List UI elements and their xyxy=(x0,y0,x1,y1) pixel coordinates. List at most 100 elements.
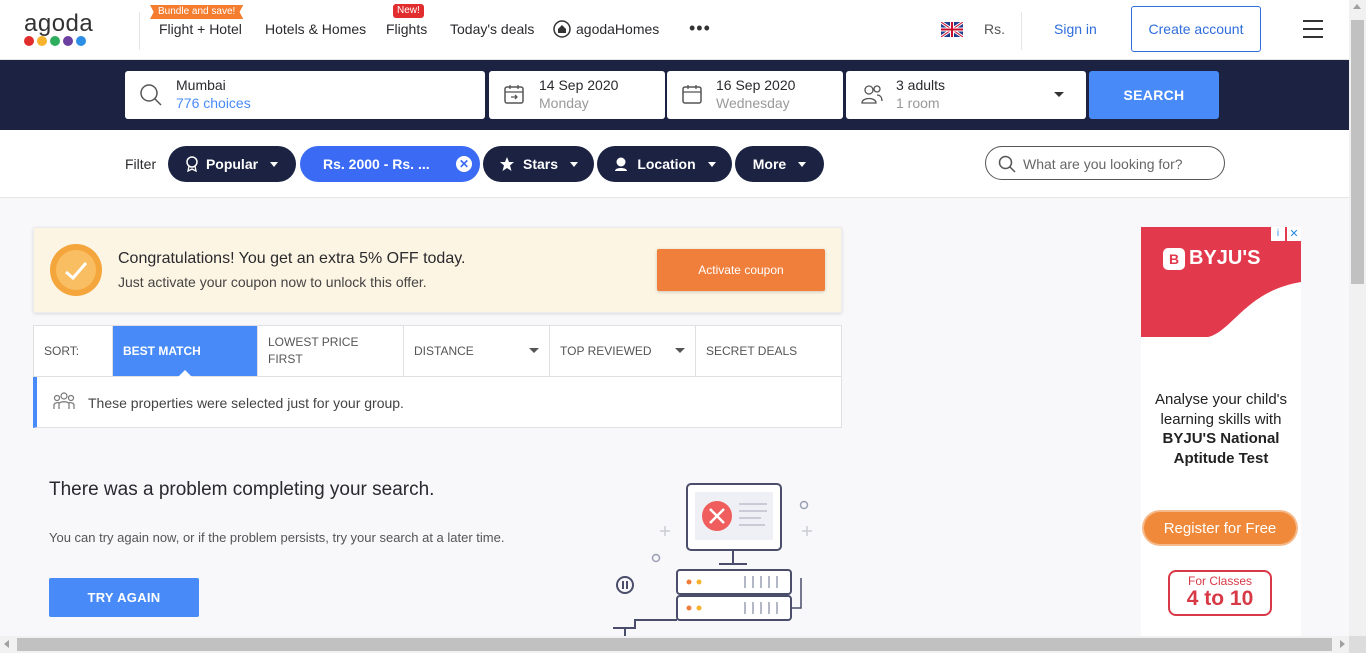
checkin-day: Monday xyxy=(539,95,589,111)
sort-best-match[interactable]: BEST MATCH xyxy=(113,326,258,377)
destination-field[interactable]: Mumbai 776 choices xyxy=(125,71,485,119)
byjus-logo-icon: B xyxy=(1163,247,1185,270)
logo-text: agoda xyxy=(24,10,94,37)
nav-todays-deals[interactable]: Today's deals xyxy=(450,21,534,37)
ad-register-button[interactable]: Register for Free xyxy=(1144,512,1296,544)
create-account-button[interactable]: Create account xyxy=(1131,6,1261,52)
currency-selector[interactable]: Rs. xyxy=(984,21,1005,37)
sort-label: SORT: xyxy=(34,326,113,376)
try-again-button[interactable]: TRY AGAIN xyxy=(49,578,199,617)
sort-lowest-price[interactable]: LOWEST PRICE FIRST xyxy=(258,326,404,376)
ad-close-icon[interactable]: ✕ xyxy=(1287,227,1301,241)
ad-body: Analyse your child's learning skills wit… xyxy=(1141,390,1301,468)
nav-flight-hotel[interactable]: Flight + Hotel xyxy=(159,21,242,37)
filter-more-label: More xyxy=(752,156,787,172)
filter-price-label: Rs. 2000 - Rs. ... xyxy=(323,156,430,172)
coupon-subtitle: Just activate your coupon now to unlock … xyxy=(118,274,427,290)
coupon-title: Congratulations! You get an extra 5% OFF… xyxy=(118,250,466,267)
ad-classes-label: For Classes xyxy=(1187,574,1252,588)
ad-line1: Analyse your child's learning skills wit… xyxy=(1154,391,1288,428)
star-icon xyxy=(499,157,514,171)
ad-header xyxy=(1141,227,1301,338)
clear-price-icon[interactable]: ✕ xyxy=(456,156,472,172)
ad-classes-range: 4 to 10 xyxy=(1186,587,1254,610)
filter-price[interactable]: Rs. 2000 - Rs. ... ✕ xyxy=(300,146,480,182)
filter-bar: Filter Popular Rs. 2000 - Rs. ... ✕ Star… xyxy=(0,130,1349,198)
more-menu-icon[interactable]: ••• xyxy=(689,18,711,39)
filter-label: Filter xyxy=(125,156,157,172)
uk-flag-icon[interactable] xyxy=(941,22,963,37)
vertical-scroll-thumb[interactable] xyxy=(1351,20,1364,284)
new-badge: New! xyxy=(393,4,424,18)
group-note: These properties were selected just for … xyxy=(33,377,842,428)
activate-coupon-button[interactable]: Activate coupon xyxy=(657,249,825,291)
search-icon xyxy=(998,155,1016,173)
ad-info-icon[interactable]: i xyxy=(1271,227,1285,241)
nav-flights[interactable]: Flights xyxy=(386,21,427,37)
checkout-field[interactable]: 16 Sep 2020 Wednesday xyxy=(667,71,843,119)
sort-secret-deals[interactable]: SECRET DEALS xyxy=(696,326,841,376)
hamburger-menu-icon[interactable] xyxy=(1303,20,1323,44)
rooms-count: 1 room xyxy=(896,95,940,111)
top-nav: agoda Bundle and save! Flight + Hotel Ho… xyxy=(0,0,1349,60)
checkin-field[interactable]: 14 Sep 2020 Monday xyxy=(489,71,665,119)
checkin-date: 14 Sep 2020 xyxy=(539,77,619,93)
byjus-brand: BYJU'S xyxy=(1189,247,1261,269)
search-bar: Mumbai 776 choices 14 Sep 2020 Monday 16… xyxy=(0,60,1349,130)
sort-distance[interactable]: DISTANCE xyxy=(404,326,550,376)
filter-more[interactable]: More xyxy=(735,146,824,182)
byjus-ad[interactable]: B BYJU'S i ✕ Analyse your child's learni… xyxy=(1141,227,1301,637)
filter-popular[interactable]: Popular xyxy=(168,146,296,182)
chevron-down-icon xyxy=(1054,92,1064,97)
checkout-day: Wednesday xyxy=(716,95,790,111)
error-title: There was a problem completing your sear… xyxy=(49,479,435,500)
scrollbar-corner xyxy=(1349,636,1366,653)
nav-divider xyxy=(139,12,140,50)
vertical-scrollbar[interactable] xyxy=(1349,0,1366,636)
sort-distance-label: DISTANCE xyxy=(414,344,474,358)
bundle-badge: Bundle and save! xyxy=(150,5,244,19)
caret-icon xyxy=(798,161,807,167)
sort-best-match-label: BEST MATCH xyxy=(123,344,201,358)
guests-field[interactable]: 3 adults 1 room xyxy=(846,71,1086,119)
group-icon xyxy=(53,392,75,409)
caret-icon xyxy=(570,161,579,167)
coupon-banner: Congratulations! You get an extra 5% OFF… xyxy=(33,227,842,313)
filter-location[interactable]: Location xyxy=(597,146,732,182)
error-subtitle: You can try again now, or if the problem… xyxy=(49,530,505,545)
scroll-right-icon[interactable] xyxy=(1340,640,1345,648)
group-note-text: These properties were selected just for … xyxy=(88,395,404,411)
guests-count: 3 adults xyxy=(896,77,946,93)
nav-agoda-homes-label: agodaHomes xyxy=(576,21,660,37)
ad-line2: BYJU'S National Aptitude Test xyxy=(1162,430,1280,467)
scroll-up-icon[interactable] xyxy=(1353,4,1361,9)
sign-in-link[interactable]: Sign in xyxy=(1054,21,1097,37)
keyword-search-placeholder: What are you looking for? xyxy=(1023,156,1183,172)
calendar-checkout-icon xyxy=(682,85,702,104)
destination-choices: 776 choices xyxy=(176,95,251,111)
keyword-search-input[interactable]: What are you looking for? xyxy=(985,146,1225,180)
nav-hotels-homes[interactable]: Hotels & Homes xyxy=(265,21,366,37)
calendar-checkin-icon xyxy=(504,85,524,104)
caret-icon xyxy=(529,348,539,353)
search-button[interactable]: SEARCH xyxy=(1089,71,1219,119)
agoda-logo[interactable]: agoda xyxy=(24,10,104,50)
server-error-illustration xyxy=(613,483,812,636)
destination-value: Mumbai xyxy=(176,77,226,93)
sort-top-reviewed[interactable]: TOP REVIEWED xyxy=(550,326,696,376)
active-pointer xyxy=(178,370,192,377)
scroll-left-icon[interactable] xyxy=(4,640,9,648)
location-pin-icon xyxy=(615,157,628,171)
house-icon xyxy=(553,20,571,38)
filter-stars[interactable]: Stars xyxy=(483,146,594,182)
nav-agoda-homes[interactable]: agodaHomes xyxy=(553,20,659,38)
caret-icon xyxy=(270,161,279,167)
guests-icon xyxy=(861,85,883,104)
horizontal-scroll-thumb[interactable] xyxy=(17,638,1332,651)
ribbon-icon xyxy=(186,156,198,172)
horizontal-scrollbar[interactable] xyxy=(0,636,1349,653)
checkout-date: 16 Sep 2020 xyxy=(716,77,796,93)
caret-icon xyxy=(675,348,685,353)
filter-location-label: Location xyxy=(637,156,696,172)
filter-stars-label: Stars xyxy=(522,156,559,172)
